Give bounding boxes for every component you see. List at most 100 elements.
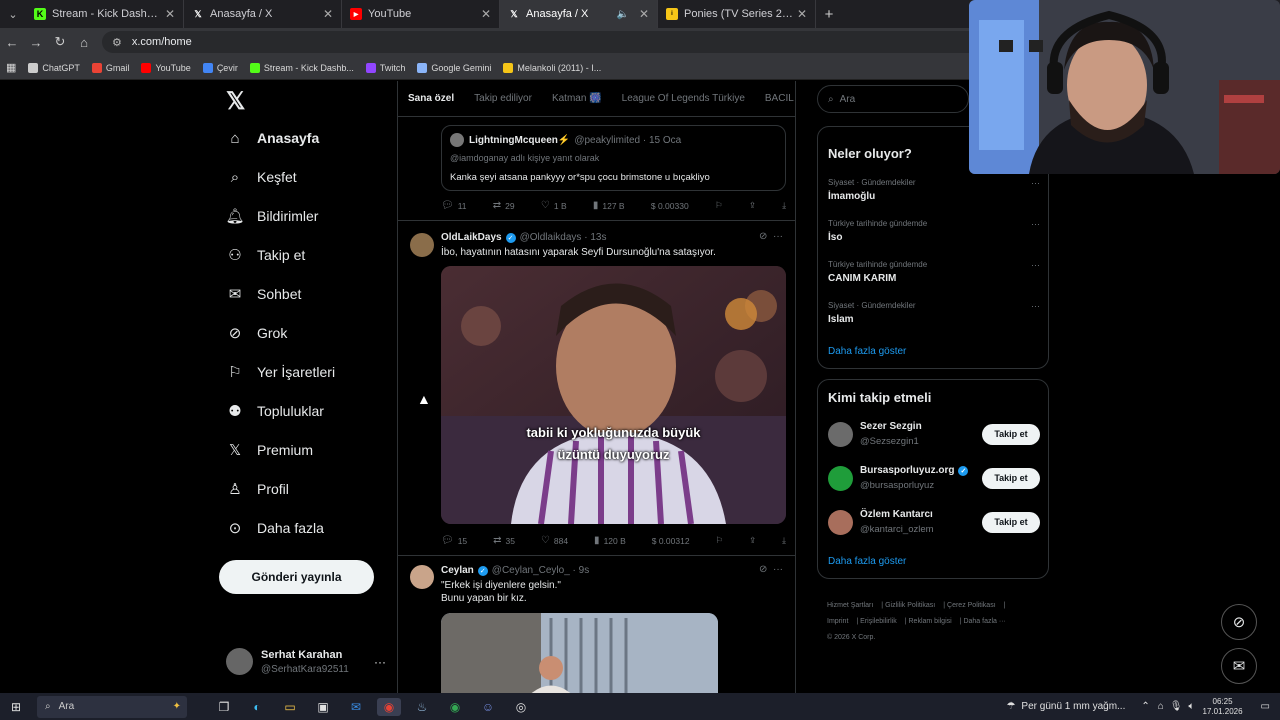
download-icon[interactable]: ⤓ bbox=[782, 535, 786, 546]
tab-katman[interactable]: Katman 🎆 bbox=[552, 93, 602, 104]
download-icon[interactable]: ⤓ bbox=[782, 200, 786, 211]
bookmark-item[interactable]: Google Gemini bbox=[417, 62, 491, 73]
browser-tab-active[interactable]: 𝕏 Anasayfa / X 🔈 ✕ bbox=[500, 0, 658, 28]
outlook-icon[interactable]: ✉ bbox=[344, 698, 368, 716]
bookmark-item[interactable]: YouTube bbox=[141, 62, 191, 73]
nav-item-follow[interactable]: ⚇ Takip et bbox=[226, 246, 305, 264]
nav-item-more[interactable]: ⊙ Daha fazla bbox=[226, 519, 324, 537]
post-author-handle[interactable]: @Oldlaikdays · 13s bbox=[520, 232, 607, 243]
share-icon[interactable]: ⇪ bbox=[749, 535, 756, 546]
back-icon[interactable]: ← bbox=[0, 35, 24, 50]
follow-suggestion[interactable]: Bursasporluyuz.org ✓ @bursasporluyuz Taki… bbox=[828, 465, 1040, 491]
site-info-icon[interactable]: ⚙ bbox=[112, 36, 122, 49]
browser-tab[interactable]: i Ponies (TV Series 2026– ) - IMD ✕ bbox=[658, 0, 816, 28]
quoted-post[interactable]: LightningMcqueen⚡ @peakylimited · 15 Oca… bbox=[441, 125, 786, 191]
bookmark-icon[interactable]: ⚐ bbox=[715, 200, 723, 211]
repost-button[interactable]: ⇄ 35 bbox=[493, 535, 515, 546]
nav-item-explore[interactable]: ⌕ Keşfet bbox=[226, 168, 297, 186]
account-switcher[interactable]: Serhat Karahan @SerhatKara92511 ··· bbox=[226, 648, 386, 675]
footer-link[interactable]: Erişilebilirlik bbox=[860, 618, 897, 625]
tab-league-of-legends[interactable]: League Of Legends Türkiye bbox=[622, 93, 745, 104]
taskbar-search-input[interactable]: ⌕ Ara ✦ bbox=[37, 695, 187, 718]
windows-start-icon[interactable]: ⊞ bbox=[4, 698, 28, 716]
discord-icon[interactable]: ☺ bbox=[476, 698, 500, 716]
search-input[interactable]: ⌕ Ara bbox=[817, 85, 969, 113]
chrome-icon[interactable]: ◉ bbox=[377, 697, 401, 716]
browser-tab[interactable]: 𝕏 Anasayfa / X ✕ bbox=[184, 0, 342, 28]
browser-tab[interactable]: K Stream - Kick Dashboard ✕ bbox=[26, 0, 184, 28]
bookmark-item[interactable]: Stream - Kick Dashb... bbox=[249, 62, 354, 73]
tab-for-you[interactable]: Sana özel bbox=[408, 93, 454, 104]
reply-button[interactable]: 💬︎ 11 bbox=[441, 200, 467, 211]
footer-link[interactable]: Hizmet Şartları bbox=[827, 602, 873, 609]
messages-button[interactable]: ✉ bbox=[1221, 648, 1257, 684]
close-icon[interactable]: ✕ bbox=[797, 7, 807, 21]
browser-tab[interactable]: ▶ YouTube ✕ bbox=[342, 0, 500, 28]
more-options-icon[interactable]: ··· bbox=[374, 655, 386, 669]
post-author-name[interactable]: Ceylan bbox=[441, 565, 474, 576]
follow-suggestion[interactable]: Sezer Sezgin @Sezsezgin1 Takip et bbox=[828, 421, 1040, 447]
obs-icon[interactable]: ◎ bbox=[509, 698, 533, 716]
post-author-name[interactable]: OldLaikDays bbox=[441, 232, 502, 243]
like-button[interactable]: ♡ 884 bbox=[541, 535, 568, 546]
task-view-icon[interactable]: ❐ bbox=[212, 698, 236, 716]
footer-link[interactable]: Daha fazla ··· bbox=[963, 618, 1005, 625]
post-author-handle[interactable]: @Ceylan_Ceylo_ · 9s bbox=[492, 565, 589, 576]
avatar[interactable] bbox=[410, 233, 434, 257]
footer-link[interactable]: Gizlilik Politikası bbox=[885, 602, 935, 609]
nav-item-bookmarks[interactable]: ⚐ Yer İşaretleri bbox=[226, 363, 335, 381]
nav-item-communities[interactable]: ⚉ Topluluklar bbox=[226, 402, 324, 420]
notifications-icon[interactable]: ▭ bbox=[1261, 701, 1270, 712]
follow-button[interactable]: Takip et bbox=[982, 423, 1040, 445]
close-icon[interactable]: ✕ bbox=[165, 7, 175, 21]
reply-button[interactable]: 💬︎ 15 bbox=[441, 535, 467, 546]
repost-button[interactable]: ⇄ 29 bbox=[493, 200, 515, 211]
bookmark-item[interactable]: Twitch bbox=[365, 62, 405, 73]
post-button[interactable]: Gönderi yayınla bbox=[219, 560, 374, 594]
tab-following[interactable]: Takip ediliyor bbox=[474, 93, 532, 104]
follow-button[interactable]: Takip et bbox=[982, 511, 1040, 533]
share-icon[interactable]: ⇪ bbox=[749, 200, 756, 211]
mic-icon[interactable]: 🎙︎ bbox=[1170, 701, 1183, 712]
more-options-icon[interactable]: ··· bbox=[773, 231, 783, 242]
post-video[interactable] bbox=[441, 613, 718, 693]
more-options-icon[interactable]: ··· bbox=[1031, 178, 1040, 188]
trend-item[interactable]: Siyaset · Gündemdekiler Islam ··· bbox=[828, 301, 1040, 325]
speaker-icon[interactable]: 🔈︎ bbox=[1189, 701, 1195, 712]
footer-link[interactable]: Reklam bilgisi bbox=[909, 618, 952, 625]
x-logo-icon[interactable]: 𝕏 bbox=[226, 87, 245, 116]
new-tab-button[interactable]: + bbox=[816, 6, 842, 23]
close-icon[interactable]: ✕ bbox=[323, 7, 333, 21]
apps-icon[interactable]: ▦ bbox=[6, 61, 16, 74]
grok-button[interactable]: ⊘ bbox=[1221, 604, 1257, 640]
trend-item[interactable]: Siyaset · Gündemdekiler İmamoğlu ··· bbox=[828, 178, 1040, 202]
footer-link[interactable]: Çerez Politikası bbox=[947, 602, 996, 609]
file-explorer-icon[interactable]: ▭ bbox=[278, 698, 302, 716]
nav-item-premium[interactable]: 𝕏 Premium bbox=[226, 441, 313, 459]
clock[interactable]: 06:25 17.01.2026 bbox=[1203, 697, 1243, 717]
who-show-more-link[interactable]: Daha fazla göster bbox=[828, 556, 906, 567]
more-options-icon[interactable]: ··· bbox=[1031, 260, 1040, 270]
more-options-icon[interactable]: ··· bbox=[773, 564, 783, 575]
more-options-icon[interactable]: ··· bbox=[1031, 301, 1040, 311]
grok-icon[interactable]: ⊘ bbox=[759, 564, 767, 575]
nav-item-notifications[interactable]: 🔔︎ Bildirimler bbox=[225, 207, 318, 225]
tab-search-icon[interactable]: ⌄ bbox=[0, 0, 26, 28]
trend-item[interactable]: Türkiye tarihinde gündemde İso ··· bbox=[828, 219, 1040, 243]
nav-item-grok[interactable]: ⊘ Grok bbox=[226, 324, 288, 342]
close-icon[interactable]: ✕ bbox=[639, 7, 649, 21]
more-options-icon[interactable]: ··· bbox=[1031, 219, 1040, 229]
views-button[interactable]: ▮ 120 B bbox=[594, 535, 626, 546]
like-button[interactable]: ♡ 1 B bbox=[541, 200, 567, 211]
bookmark-item[interactable]: Çevir bbox=[202, 62, 238, 73]
footer-link[interactable]: Imprint bbox=[827, 618, 848, 625]
store-icon[interactable]: ▣ bbox=[311, 698, 335, 716]
reload-icon[interactable]: ↻ bbox=[48, 34, 72, 50]
grok-icon[interactable]: ⊘ bbox=[759, 231, 767, 242]
bookmark-item[interactable]: ChatGPT bbox=[28, 62, 80, 73]
nav-item-chat[interactable]: ✉ Sohbet bbox=[226, 285, 302, 303]
views-button[interactable]: ▮ 127 B bbox=[593, 200, 625, 211]
avatar[interactable] bbox=[410, 565, 434, 589]
bookmark-icon[interactable]: ⚐ bbox=[716, 535, 724, 546]
chevron-up-icon[interactable]: ⌃ bbox=[1141, 701, 1149, 712]
